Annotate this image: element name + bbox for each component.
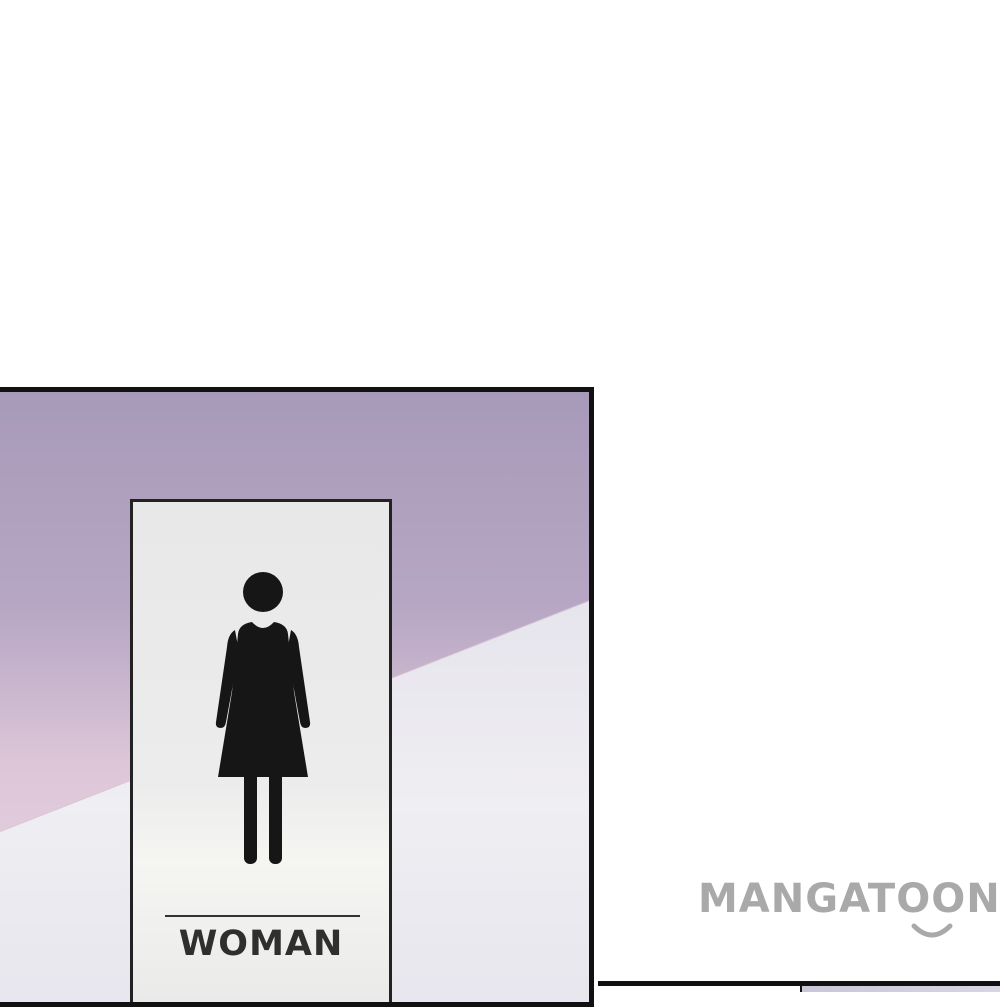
next-panel-edge bbox=[800, 986, 1000, 992]
smile-icon bbox=[911, 923, 953, 938]
sign-label: WOMAN bbox=[178, 924, 344, 964]
restroom-sign: WOMAN bbox=[130, 499, 392, 1002]
watermark-text: MANGATOON bbox=[698, 876, 1000, 922]
comic-panel: WOMAN bbox=[0, 387, 594, 1007]
mangatoon-watermark: MANGATOON bbox=[698, 876, 1000, 946]
woman-restroom-icon bbox=[215, 572, 311, 864]
sign-divider bbox=[165, 915, 360, 917]
